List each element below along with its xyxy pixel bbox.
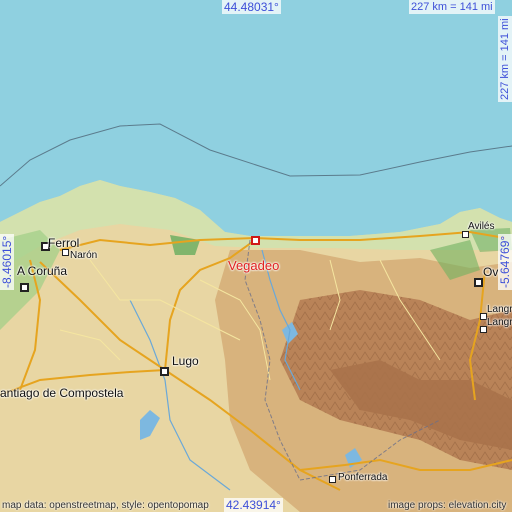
langreo2-marker[interactable]	[480, 326, 487, 333]
place-label-naron[interactable]: Narón	[70, 250, 97, 261]
scale-label-horizontal: 227 km = 141 mi	[409, 0, 495, 14]
place-label-coruna[interactable]: A Coruña	[17, 264, 67, 278]
naron-marker[interactable]	[62, 249, 69, 256]
map-credit-left: map data: openstreetmap, style: opentopo…	[2, 500, 209, 511]
place-label-aviles[interactable]: Avilés	[468, 221, 495, 232]
place-label-santiago[interactable]: antiago de Compostela	[0, 386, 123, 400]
place-label-langreo1[interactable]: Langr	[487, 304, 512, 315]
aviles-marker[interactable]	[462, 231, 469, 238]
south-latitude-label: 42.43914°	[224, 498, 283, 512]
place-label-ferrol[interactable]: Ferrol	[48, 236, 79, 250]
north-latitude-label: 44.48031°	[222, 0, 281, 14]
coruna-marker[interactable]	[20, 283, 29, 292]
place-label-langreo2[interactable]: Langr	[487, 317, 512, 328]
place-label-oviedo[interactable]: Ov	[483, 265, 498, 279]
lugo-marker[interactable]	[160, 367, 169, 376]
west-longitude-label: -8.46015°	[0, 233, 14, 290]
vegadeo-marker[interactable]	[251, 236, 260, 245]
langreo1-marker[interactable]	[480, 313, 487, 320]
place-label-lugo[interactable]: Lugo	[172, 354, 199, 368]
scale-label-vertical: 227 km = 141 mi	[498, 16, 512, 102]
map-view[interactable]: Ferrol Narón A Coruña Vegadeo Lugo antia…	[0, 0, 512, 512]
oviedo-marker[interactable]	[474, 278, 483, 287]
ponferrada-marker[interactable]	[329, 476, 336, 483]
east-longitude-label: -5.64769°	[498, 233, 512, 290]
place-label-vegadeo[interactable]: Vegadeo	[228, 258, 279, 273]
map-credit-right: image props: elevation.city	[388, 500, 507, 511]
place-label-ponferrada[interactable]: Ponferrada	[338, 472, 387, 483]
